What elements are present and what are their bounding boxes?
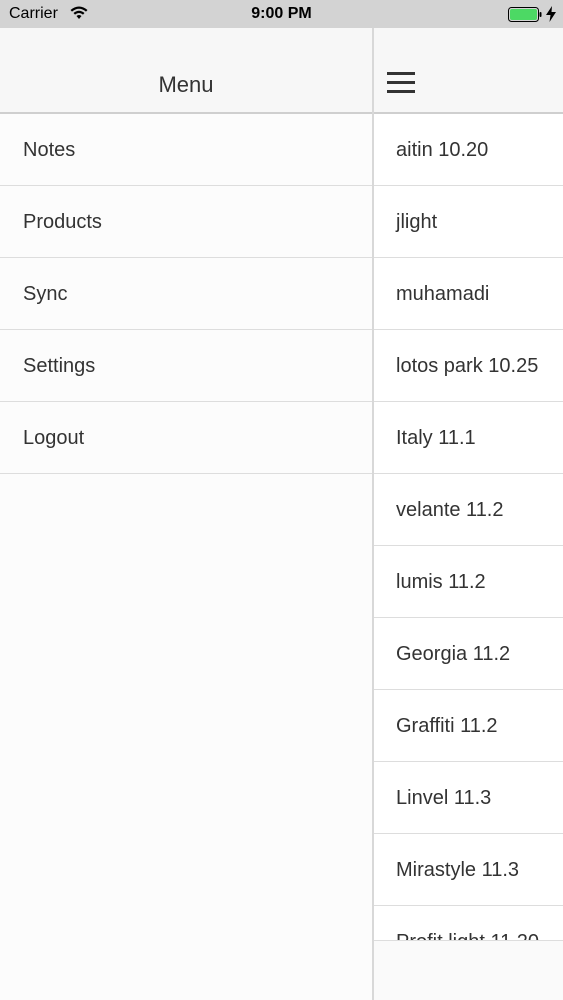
list-item[interactable]: lumis 11.2 [374, 546, 563, 618]
list-item[interactable]: muhamadi [374, 258, 563, 330]
menu-title: Menu [158, 72, 214, 97]
list-item[interactable]: jlight [374, 186, 563, 258]
note-title: lumis 11.2 [396, 571, 486, 593]
menu-item-notes[interactable]: Notes [0, 114, 372, 186]
notes-footer-bar [374, 940, 563, 1000]
list-item[interactable]: Italy 11.1 [374, 402, 563, 474]
menu-item-sync[interactable]: Sync [0, 258, 372, 330]
notes-header [374, 28, 563, 114]
side-menu: Menu Notes Products Sync Settings Logout [0, 28, 372, 1000]
hamburger-icon[interactable] [387, 72, 415, 94]
bolt-icon [546, 6, 556, 22]
list-item[interactable]: aitin 10.20 [374, 114, 563, 186]
notes-panel: aitin 10.20 jlight muhamadi lotos park 1… [374, 28, 563, 1000]
menu-item-logout[interactable]: Logout [0, 402, 372, 474]
list-item[interactable]: Linvel 11.3 [374, 762, 563, 834]
menu-item-label: Products [23, 211, 102, 233]
list-item[interactable]: Georgia 11.2 [374, 618, 563, 690]
note-title: aitin 10.20 [396, 139, 489, 161]
note-title: Georgia 11.2 [396, 643, 511, 665]
note-title: Linvel 11.3 [396, 787, 492, 809]
menu-item-label: Logout [23, 427, 85, 449]
note-title: Italy 11.1 [396, 427, 476, 449]
list-item[interactable]: Graffiti 11.2 [374, 690, 563, 762]
list-item[interactable]: Mirastyle 11.3 [374, 834, 563, 906]
menu-item-label: Notes [23, 139, 76, 161]
menu-item-settings[interactable]: Settings [0, 330, 372, 402]
menu-header: Menu [0, 28, 372, 114]
note-title: jlight [396, 211, 438, 233]
note-title: Mirastyle 11.3 [396, 859, 520, 881]
note-title: Graffiti 11.2 [396, 715, 498, 737]
note-title: Profit light 11.20 [396, 931, 539, 940]
notes-list[interactable]: aitin 10.20 jlight muhamadi lotos park 1… [374, 114, 563, 940]
menu-item-products[interactable]: Products [0, 186, 372, 258]
battery-icon [508, 7, 542, 22]
list-item[interactable]: velante 11.2 [374, 474, 563, 546]
note-title: lotos park 10.25 [396, 355, 539, 377]
clock-time: 9:00 PM [251, 5, 312, 22]
app-screen: Carrier 9:00 PM Menu Notes Products Sync… [0, 0, 563, 1000]
list-item[interactable]: Profit light 11.20 [374, 906, 563, 940]
menu-item-label: Settings [23, 355, 96, 377]
note-title: velante 11.2 [396, 499, 504, 521]
menu-item-label: Sync [23, 283, 68, 305]
menu-list: Notes Products Sync Settings Logout [0, 114, 372, 474]
list-item[interactable]: lotos park 10.25 [374, 330, 563, 402]
status-bar: Carrier 9:00 PM [0, 0, 563, 28]
note-title: muhamadi [396, 283, 490, 305]
